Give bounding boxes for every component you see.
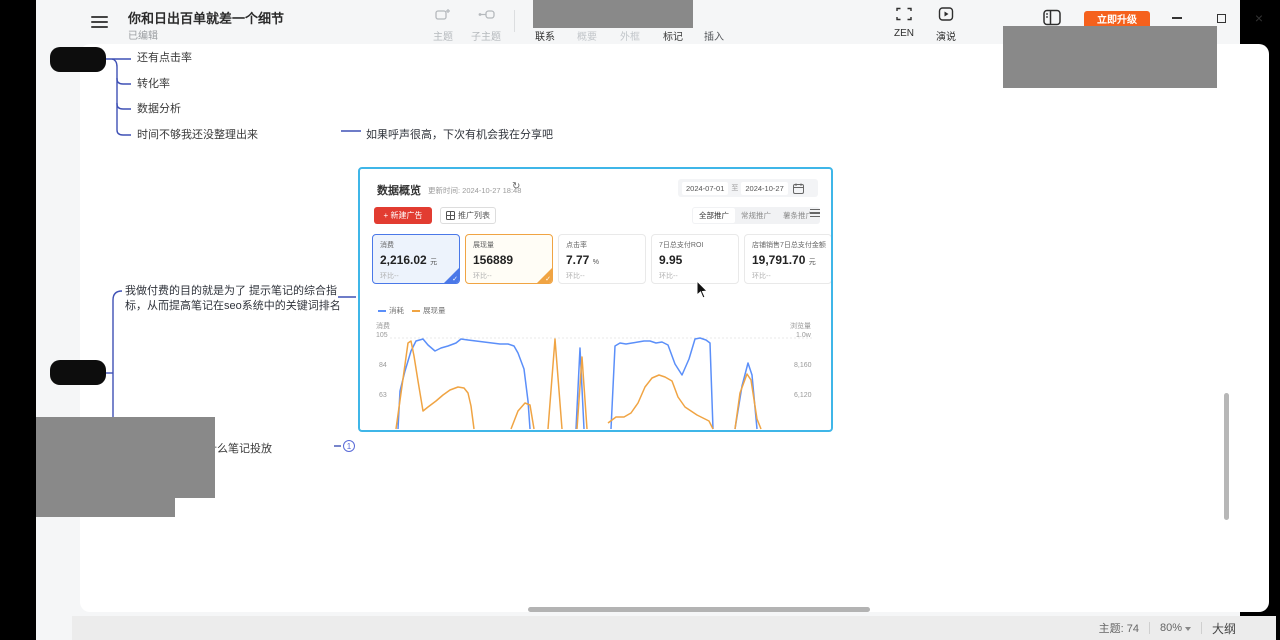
screen: 你和日出百单就差一个细节 已编辑 主题 子主题 联系 概要 外框 标记 插入 Z…	[0, 0, 1280, 640]
mindmap-node-redacted[interactable]	[50, 360, 106, 385]
legend-item-impressions[interactable]: 展现量	[412, 305, 446, 316]
toolbar-insert-label[interactable]: 插入	[704, 28, 724, 43]
redaction-box	[533, 0, 693, 28]
presentation-icon	[938, 7, 954, 21]
grid-icon	[446, 211, 455, 220]
status-bar: 主题: 74 80% 大纲	[72, 616, 1276, 640]
promo-list-button[interactable]: 推广列表	[440, 207, 496, 224]
toolbar-zen-button[interactable]: ZEN	[882, 7, 926, 39]
legend-dash	[378, 310, 386, 312]
toolbar-subtopic-button[interactable]: 子主题	[464, 7, 508, 43]
date-range-picker: 2024-07-01 至 2024-10-27	[678, 179, 818, 197]
hamburger-menu-icon[interactable]	[91, 16, 108, 29]
check-icon: ✓	[452, 275, 458, 283]
right-axis-label: 浏览量	[790, 321, 811, 331]
mindmap-topic-paid-goal[interactable]: 我做付费的目的就是为了 提示笔记的综合指标，从而提高笔记在seo系统中的关键词排…	[125, 284, 347, 314]
legend-dash	[412, 310, 420, 312]
metric-card-roi[interactable]: 7日总支付ROI 9.95 环比--	[651, 234, 739, 284]
panel-toggle-icon[interactable]	[1043, 9, 1062, 26]
metric-card-ctr[interactable]: 点击率 7.77 % 环比--	[558, 234, 646, 284]
mindmap-node-redacted[interactable]	[50, 47, 106, 72]
tab-regular-promo[interactable]: 常规推广	[735, 208, 777, 223]
trend-chart	[378, 331, 815, 430]
dashboard-update-time: 更新时间: 2024-10-27 18:48	[428, 185, 521, 196]
topic-count: 主题: 74	[1099, 620, 1139, 636]
statusbar-divider	[1201, 622, 1202, 634]
date-separator: 至	[731, 183, 738, 193]
metric-card-impressions[interactable]: 展现量 156889 环比-- ✓	[465, 234, 553, 284]
dashboard-title: 数据概览	[377, 182, 421, 198]
toolbar-marker-label[interactable]: 标记	[663, 28, 683, 43]
maximize-icon	[1217, 14, 1226, 23]
redaction-box	[36, 498, 175, 517]
mindmap-topic-analytics[interactable]: 数据分析	[137, 100, 181, 116]
legend-item-spend[interactable]: 消耗	[378, 305, 404, 316]
toolbar-present-button[interactable]: 演说	[924, 7, 968, 43]
toolbar-divider	[514, 10, 515, 32]
statusbar-divider	[1149, 622, 1150, 634]
toolbar-topic-button[interactable]: 主题	[421, 7, 465, 43]
left-axis-label: 消费	[376, 321, 390, 331]
metric-card-store-sales[interactable]: 店铺销售7日总支付金额 19,791.70 元 环比--	[744, 234, 832, 284]
promo-tabs: 全部推广 常规推广 薯条推广	[692, 207, 820, 224]
chevron-down-icon	[1185, 627, 1191, 631]
subtopic-icon	[478, 7, 495, 21]
mindmap-topic-share-next[interactable]: 如果呼声很高，下次有机会我在分享吧	[366, 126, 553, 142]
metric-settings-icon[interactable]	[810, 209, 820, 219]
outline-button[interactable]: 大纲	[1212, 620, 1236, 637]
mindmap-topic-note-delivery[interactable]: 什么笔记投放	[206, 440, 272, 456]
toolbar-summary-label[interactable]: 概要	[577, 28, 597, 43]
mindmap-topic-conversion[interactable]: 转化率	[137, 75, 170, 91]
redaction-box	[36, 417, 215, 498]
date-start-input[interactable]: 2024-07-01	[682, 182, 728, 195]
toolbar-frame-label[interactable]: 外框	[620, 28, 640, 43]
check-icon: ✓	[545, 275, 551, 283]
tab-all-promo[interactable]: 全部推广	[693, 208, 735, 223]
relationship-badge[interactable]: 1	[343, 440, 355, 452]
calendar-icon[interactable]	[793, 183, 804, 194]
maximize-button[interactable]	[1212, 9, 1230, 27]
horizontal-scrollbar[interactable]	[528, 607, 870, 612]
topic-icon	[435, 7, 452, 21]
minimize-icon	[1172, 17, 1182, 19]
zoom-level[interactable]: 80%	[1160, 622, 1191, 634]
redaction-box	[1003, 26, 1217, 88]
save-status: 已编辑	[128, 27, 158, 42]
metric-card-spend[interactable]: 消费 2,216.02 元 环比-- ✓	[372, 234, 460, 284]
refresh-icon[interactable]: ↻	[512, 181, 520, 192]
date-end-input[interactable]: 2024-10-27	[741, 182, 787, 195]
document-title: 你和日出百单就差一个细节	[128, 8, 284, 27]
minimize-button[interactable]	[1168, 9, 1186, 27]
mindmap-topic-no-time[interactable]: 时间不够我还没整理出来	[137, 126, 258, 142]
new-ad-button[interactable]: + 新建广告	[374, 207, 432, 224]
mindmap-topic-ctr[interactable]: 还有点击率	[137, 49, 192, 65]
vertical-scrollbar[interactable]	[1224, 393, 1229, 520]
embedded-dashboard-image[interactable]: 数据概览 更新时间: 2024-10-27 18:48 ↻ 2024-07-01…	[358, 167, 833, 432]
zen-mode-icon	[896, 7, 912, 21]
close-button[interactable]: ×	[1250, 9, 1268, 27]
